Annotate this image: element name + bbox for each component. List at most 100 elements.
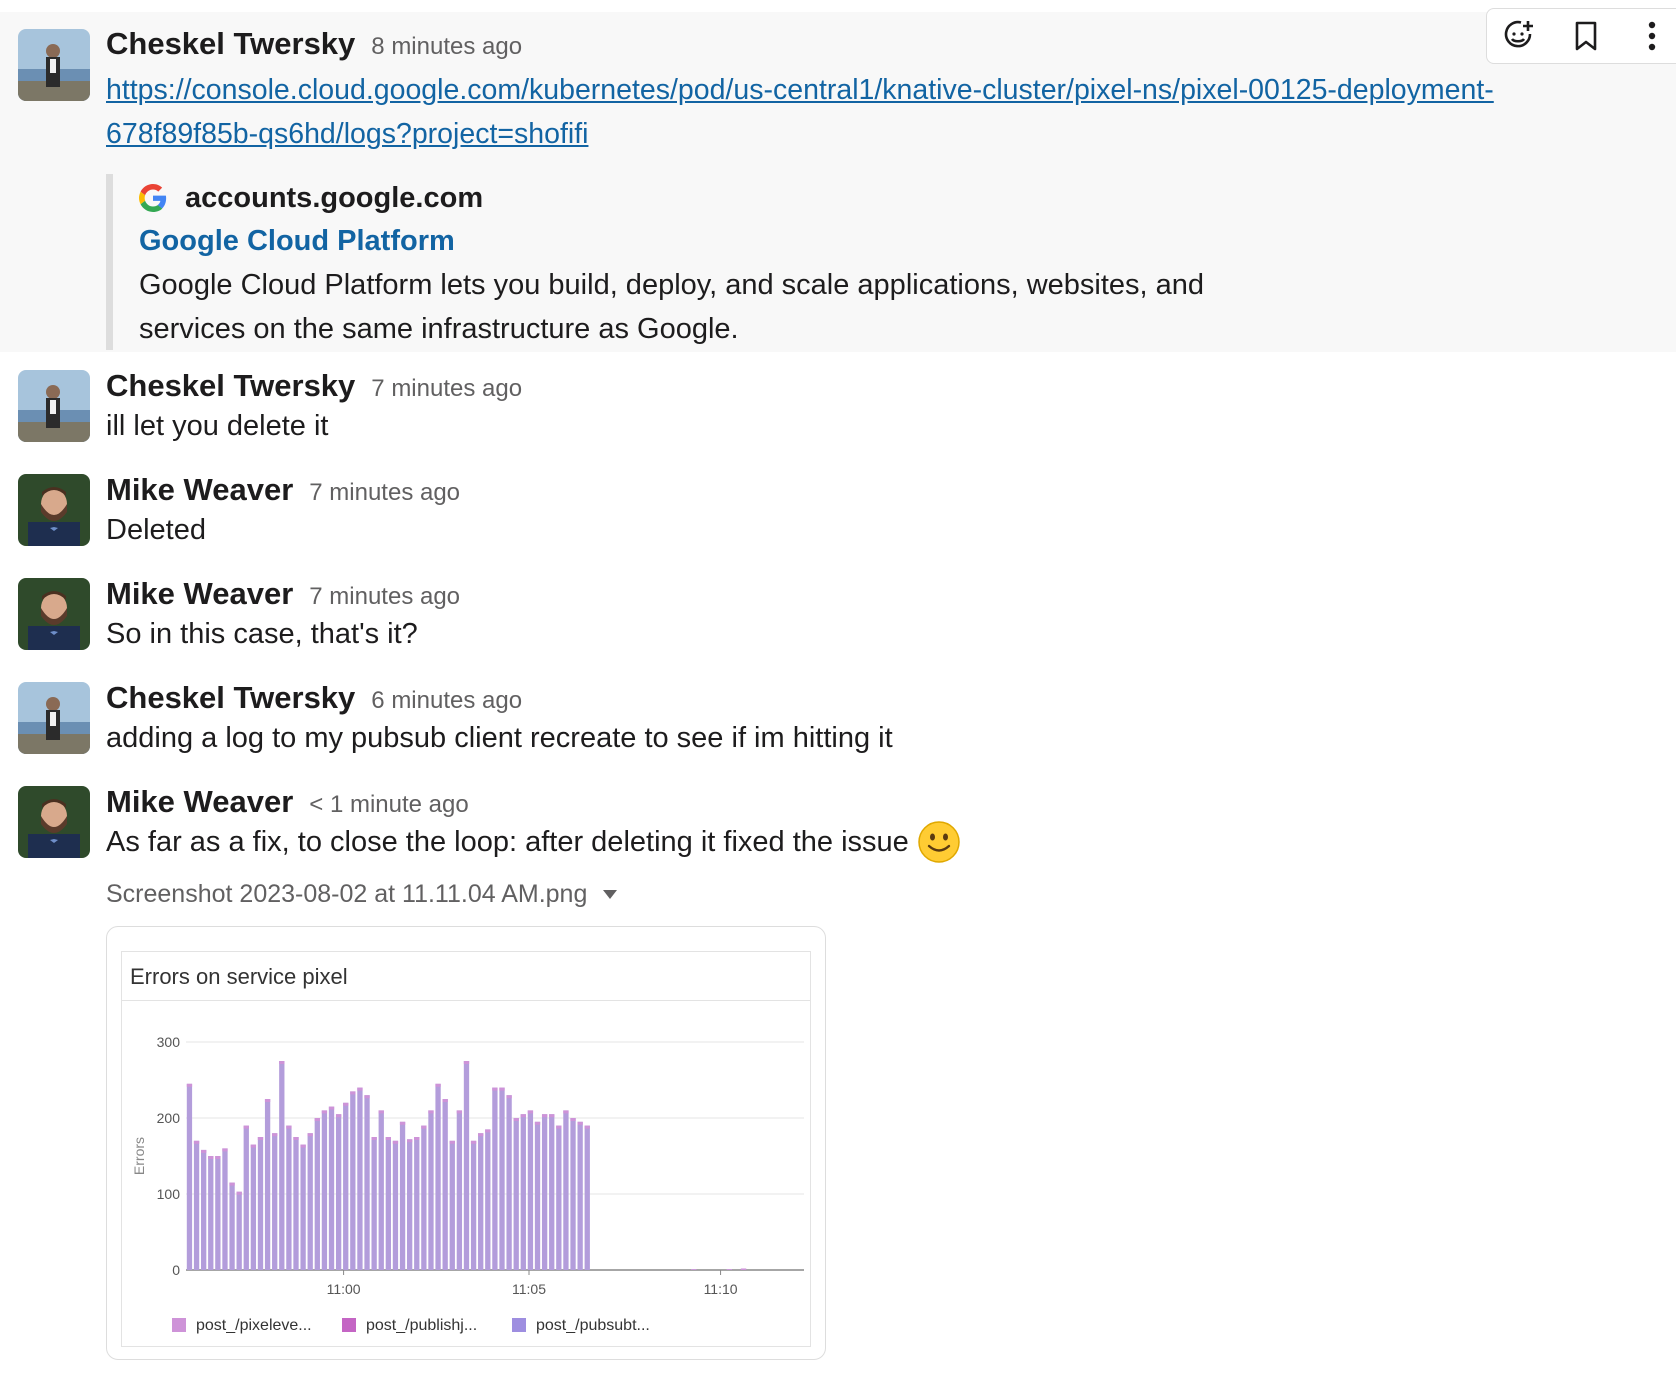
bar-cap [407,1139,413,1143]
link-line-2[interactable]: 678f89f85b-qs6hd/logs?project=shofifi [106,112,1656,156]
author-name[interactable]: Mike Weaver [106,576,293,612]
bar [499,1087,505,1270]
bar-cap [563,1110,569,1114]
unfurl-source: accounts.google.com [139,178,1246,218]
google-icon [139,184,167,212]
bar-cap [300,1144,306,1148]
bar-cap [399,1121,406,1125]
bar-cap [726,1269,732,1270]
add-reaction-button[interactable] [1487,10,1553,62]
bar [520,1114,526,1270]
bar-cap [556,1125,562,1129]
bar [577,1121,583,1270]
bar-cap [541,1114,548,1118]
bar-cap [442,1099,448,1102]
image-attachment[interactable]: Errors on service pixel 0 100 200 300 Errors… [106,926,826,1360]
chart-container: Errors on service pixel 0 100 200 300 Errors… [121,951,811,1347]
message-actions-toolbar [1486,8,1676,64]
link-line-1[interactable]: https://console.cloud.google.com/kuberne… [106,68,1656,112]
bar-cap [264,1099,271,1102]
message-3[interactable]: Mike Weaver 7 minutes ago Deleted [0,456,1676,560]
y-axis-label: Errors [131,1137,147,1175]
bar-cap [236,1191,242,1195]
bar [385,1137,391,1270]
attachment-name[interactable]: Screenshot 2023-08-02 at 11.11.04 AM.png [106,880,618,909]
avatar-cheskel[interactable] [18,682,90,754]
bar-cap [392,1140,399,1144]
message-text-content: As far as a fix, to close the loop: afte… [106,825,909,858]
message-4[interactable]: Mike Weaver 7 minutes ago So in this cas… [0,560,1676,664]
bar [264,1099,271,1270]
bar [527,1110,534,1270]
unfurl-domain: accounts.google.com [185,181,484,214]
add-reaction-icon [1504,20,1533,48]
message-header: Cheskel Twersky 8 minutes ago [106,26,522,62]
message-text: ill let you delete it [106,410,329,442]
timestamp[interactable]: 7 minutes ago [371,375,522,403]
message-link[interactable]: https://console.cloud.google.com/kuberne… [106,68,1656,156]
bar-cap [463,1061,470,1064]
avatar-cheskel[interactable] [18,29,90,101]
bar [350,1091,356,1270]
unfurl-desc-line-2: services on the same infrastructure as G… [139,313,739,345]
x-tick-label: 11:05 [512,1281,546,1297]
author-name[interactable]: Mike Weaver [106,784,293,820]
slightly-smiling-face-icon[interactable] [917,820,961,864]
bar [399,1121,406,1270]
bar [335,1114,342,1270]
bar [343,1102,349,1270]
chevron-down-icon[interactable] [603,890,618,899]
bar [421,1125,427,1270]
bar [541,1114,548,1270]
bar-cap [456,1110,463,1114]
avatar-cheskel[interactable] [18,370,90,442]
bar-cap [208,1156,214,1159]
message-header: Cheskel Twersky 6 minutes ago [106,680,522,716]
legend-label: post_/pubsubt... [536,1317,650,1334]
bar-cap [549,1114,555,1118]
message-header: Mike Weaver < 1 minute ago [106,784,469,820]
more-actions-button[interactable] [1619,10,1676,62]
author-name[interactable]: Mike Weaver [106,472,293,508]
avatar-mike[interactable] [18,474,90,546]
bar [485,1129,491,1270]
timestamp[interactable]: 8 minutes ago [371,33,522,61]
timestamp[interactable]: 6 minutes ago [371,687,522,715]
save-for-later-button[interactable] [1553,10,1619,62]
bar-cap [293,1137,299,1140]
unfurl-description: Google Cloud Platform lets you build, de… [139,263,1246,351]
bar-cap [272,1133,278,1137]
bar [279,1061,285,1270]
author-name[interactable]: Cheskel Twersky [106,368,355,404]
avatar-mike[interactable] [18,786,90,858]
timestamp[interactable]: 7 minutes ago [309,479,460,507]
bar-cap [449,1140,455,1144]
unfurl-desc-line-1: Google Cloud Platform lets you build, de… [139,269,1205,301]
timestamp[interactable]: 7 minutes ago [309,583,460,611]
bar [556,1125,562,1270]
bar [513,1118,519,1270]
message-5[interactable]: Cheskel Twersky 6 minutes ago adding a l… [0,664,1676,768]
message-1[interactable]: Cheskel Twersky 8 minutes ago https://co… [0,8,1676,352]
avatar-mike[interactable] [18,578,90,650]
bar-cap [421,1125,427,1129]
bar [470,1140,477,1270]
bar-cap [499,1087,505,1091]
author-name[interactable]: Cheskel Twersky [106,680,355,716]
author-name[interactable]: Cheskel Twersky [106,26,355,62]
y-tick-label: 300 [157,1034,181,1050]
message-2[interactable]: Cheskel Twersky 7 minutes ago ill let yo… [0,352,1676,456]
attachment-filename[interactable]: Screenshot 2023-08-02 at 11.11.04 AM.png [106,880,587,909]
unfurl-title[interactable]: Google Cloud Platform [139,219,1246,263]
bar-cap [378,1110,384,1114]
bar [257,1137,264,1270]
bar [186,1083,193,1270]
link-unfurl: accounts.google.com Google Cloud Platfor… [106,174,1246,350]
timestamp[interactable]: < 1 minute ago [309,791,468,819]
bar-cap [186,1083,193,1087]
bar-cap [506,1095,512,1099]
bar-cap [215,1156,221,1159]
bar-cap [257,1137,264,1140]
bar-cap [520,1114,526,1118]
y-tick-label: 200 [157,1110,181,1126]
